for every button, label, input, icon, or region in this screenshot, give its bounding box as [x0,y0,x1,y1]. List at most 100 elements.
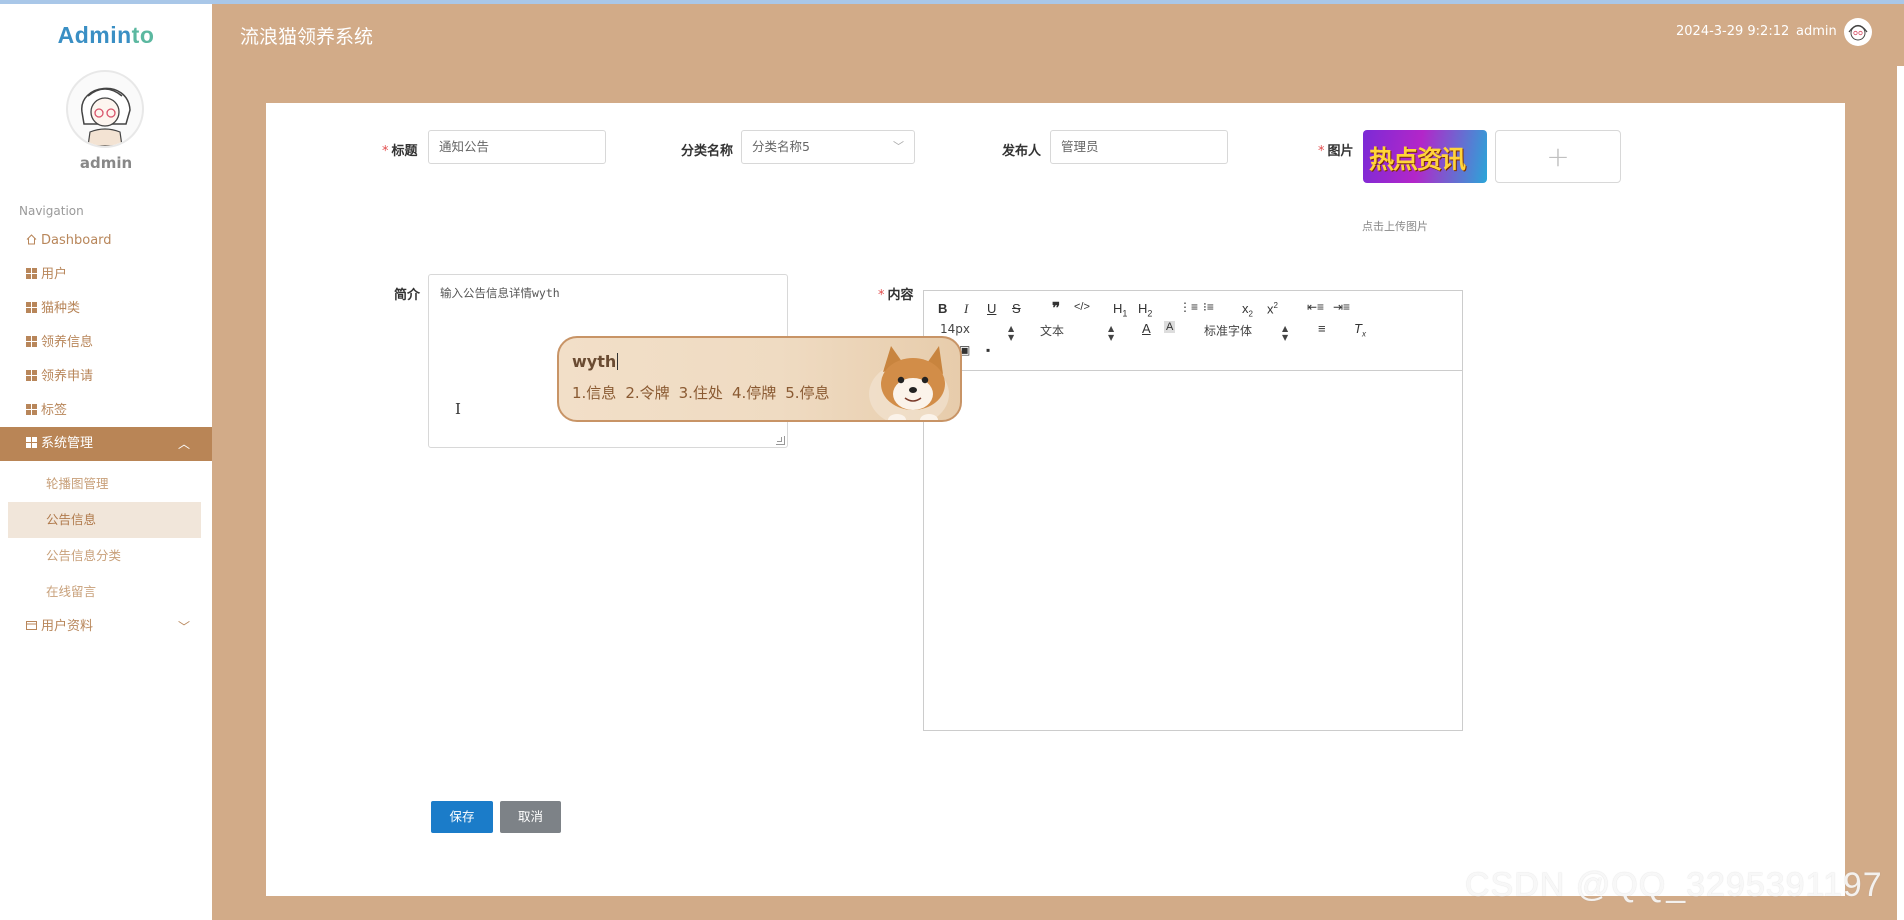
header-datetime: 2024-3-29 9:2:12 [1676,24,1790,39]
sidebar-item-tags[interactable]: 标签 [0,396,212,426]
sidebar-item-label: Dashboard [41,233,112,248]
category-select[interactable]: 分类名称5 ﹀ [741,130,915,164]
ordered-list-icon[interactable]: ⋮≡ [1179,300,1198,314]
chevron-up-icon: ︿ [177,437,190,451]
sidebar: Adminto admin Navigation Dashboard 用户 猫种… [0,4,212,920]
updown-arrows-icon: ▲ ▼ [1108,324,1115,342]
nav-section-title: Navigation [19,204,84,218]
outdent-icon[interactable]: ⇤≡ [1307,300,1324,314]
publisher-label: 发布人 [1002,144,1042,159]
avatar-illustration [81,87,131,146]
ime-candidate[interactable]: 1.信息 [572,384,616,402]
sidebar-item-adoption-info[interactable]: 领养信息 [0,328,212,358]
sidebar-item-label: 领养申请 [41,369,94,384]
ime-input-text: wyth [572,352,619,371]
bold-icon[interactable]: B [938,301,947,316]
avatar-illustration [1848,24,1868,41]
save-button[interactable]: 保存 [431,801,493,833]
ime-candidate-list: 1.信息 2.令牌 3.住处 4.停牌 5.停息 [572,382,839,403]
clear-format-icon[interactable]: Tx [1354,321,1366,339]
sidebar-subitem-messages[interactable]: 在线留言 [0,574,212,610]
home-icon [26,227,37,245]
sidebar-item-dashboard[interactable]: Dashboard [0,226,212,256]
sidebar-item-label: 领养信息 [41,335,94,350]
image-label-text: 图片 [1327,144,1354,159]
brand-name-b: to [131,22,155,48]
save-icon[interactable]: ▪ [986,343,990,357]
sidebar-item-system-management[interactable]: 系统管理 ︿ [0,427,212,461]
grid-icon [26,370,37,381]
code-block-icon[interactable]: </> [1074,301,1090,313]
heading1-icon[interactable]: H1 [1113,301,1127,319]
profile-card-icon [26,613,37,630]
subscript-icon[interactable]: x2 [1242,301,1253,319]
content-label: * 内容 [878,288,914,303]
publisher-input[interactable]: 管理员 [1050,130,1228,164]
ime-candidate[interactable]: 2.令牌 [625,384,669,402]
sidebar-username: admin [79,154,133,172]
superscript-icon[interactable]: x2 [1267,301,1278,316]
brand-logo[interactable]: Adminto [0,22,212,49]
sidebar-item-user-profile[interactable]: 用户资料 ﹀ [0,612,212,642]
title-input[interactable]: 通知公告 [428,130,606,164]
chevron-down-icon: ﹀ [893,140,904,153]
sidebar-item-label: 用户 [41,267,68,282]
ime-caret [617,353,619,370]
intro-label: 简介 [394,288,421,303]
intro-text: 输入公告信息详情wyth [440,286,560,300]
font-family-select[interactable]: 标准字体 ▲ ▼ [1204,322,1294,342]
watermark: CSDN @QQ_3295391197 [1465,866,1883,904]
font-color-icon[interactable]: A [1142,321,1151,336]
brand-name-a: Admin [57,22,132,48]
sidebar-item-label: 用户资料 [41,619,94,634]
content-label-text: 内容 [887,288,914,303]
grid-icon [26,437,37,448]
sidebar-item-users[interactable]: 用户 [0,260,212,290]
rich-text-editor[interactable]: B I U S ❞ </> H1 H2 ⋮≡ ⁝≡ x2 x2 ⇤≡ ⇥≡ 14… [923,290,1463,731]
ime-candidate[interactable]: 3.住处 [679,384,723,402]
bullet-list-icon[interactable]: ⁝≡ [1203,300,1214,314]
font-size-select[interactable]: 14px ▲ ▼ [940,322,1020,342]
background-color-icon[interactable]: A [1164,321,1176,333]
ime-candidate-popup: wyth 1.信息 2.令牌 3.住处 4.停牌 5.停息 [557,336,962,422]
grid-icon [26,302,37,313]
image-label: * 图片 [1318,144,1354,159]
sidebar-subitem-notice[interactable]: 公告信息 [8,502,201,538]
align-icon[interactable]: ≡ [1318,321,1326,336]
uploaded-image-thumbnail[interactable]: 热点资讯 [1363,130,1487,183]
sidebar-subitem-notice-category[interactable]: 公告信息分类 [0,538,212,574]
avatar[interactable] [66,70,144,148]
shiba-dog-illustration [869,346,949,420]
header-username[interactable]: admin [1796,24,1837,39]
cancel-button[interactable]: 取消 [500,801,561,833]
italic-icon[interactable]: I [964,301,968,317]
sidebar-item-cat-breeds[interactable]: 猫种类 [0,294,212,324]
sidebar-item-label: 系统管理 [41,436,94,451]
scroll-edge [1897,66,1904,920]
blockquote-icon[interactable]: ❞ [1052,299,1060,317]
heading2-icon[interactable]: H2 [1138,301,1152,319]
sidebar-subitem-carousel[interactable]: 轮播图管理 [0,466,212,502]
resize-handle-icon[interactable] [776,436,785,445]
font-family-value: 标准字体 [1204,324,1253,338]
updown-arrows-icon: ▲ ▼ [1282,324,1289,342]
app-title: 流浪猫领养系统 [240,26,374,48]
sidebar-item-label: 标签 [41,403,68,418]
indent-icon[interactable]: ⇥≡ [1333,300,1350,314]
grid-icon [26,404,37,415]
grid-icon [26,336,37,347]
editor-toolbar: B I U S ❞ </> H1 H2 ⋮≡ ⁝≡ x2 x2 ⇤≡ ⇥≡ 14… [924,291,1462,371]
sidebar-item-adoption-apply[interactable]: 领养申请 [0,362,212,392]
underline-icon[interactable]: U [987,301,996,316]
category-select-value: 分类名称5 [752,139,810,154]
category-label: 分类名称 [681,144,734,159]
header-avatar[interactable] [1844,18,1872,46]
strike-icon[interactable]: S [1012,301,1021,316]
title-label: * 标题 [382,144,418,159]
ime-candidate[interactable]: 4.停牌 [732,384,776,402]
font-size-value: 14px [940,322,970,336]
upload-tip: 点击上传图片 [1362,220,1428,233]
ime-candidate[interactable]: 5.停息 [785,384,829,402]
upload-add-button[interactable]: + [1495,130,1621,183]
text-type-select[interactable]: 文本 ▲ ▼ [1040,322,1120,342]
